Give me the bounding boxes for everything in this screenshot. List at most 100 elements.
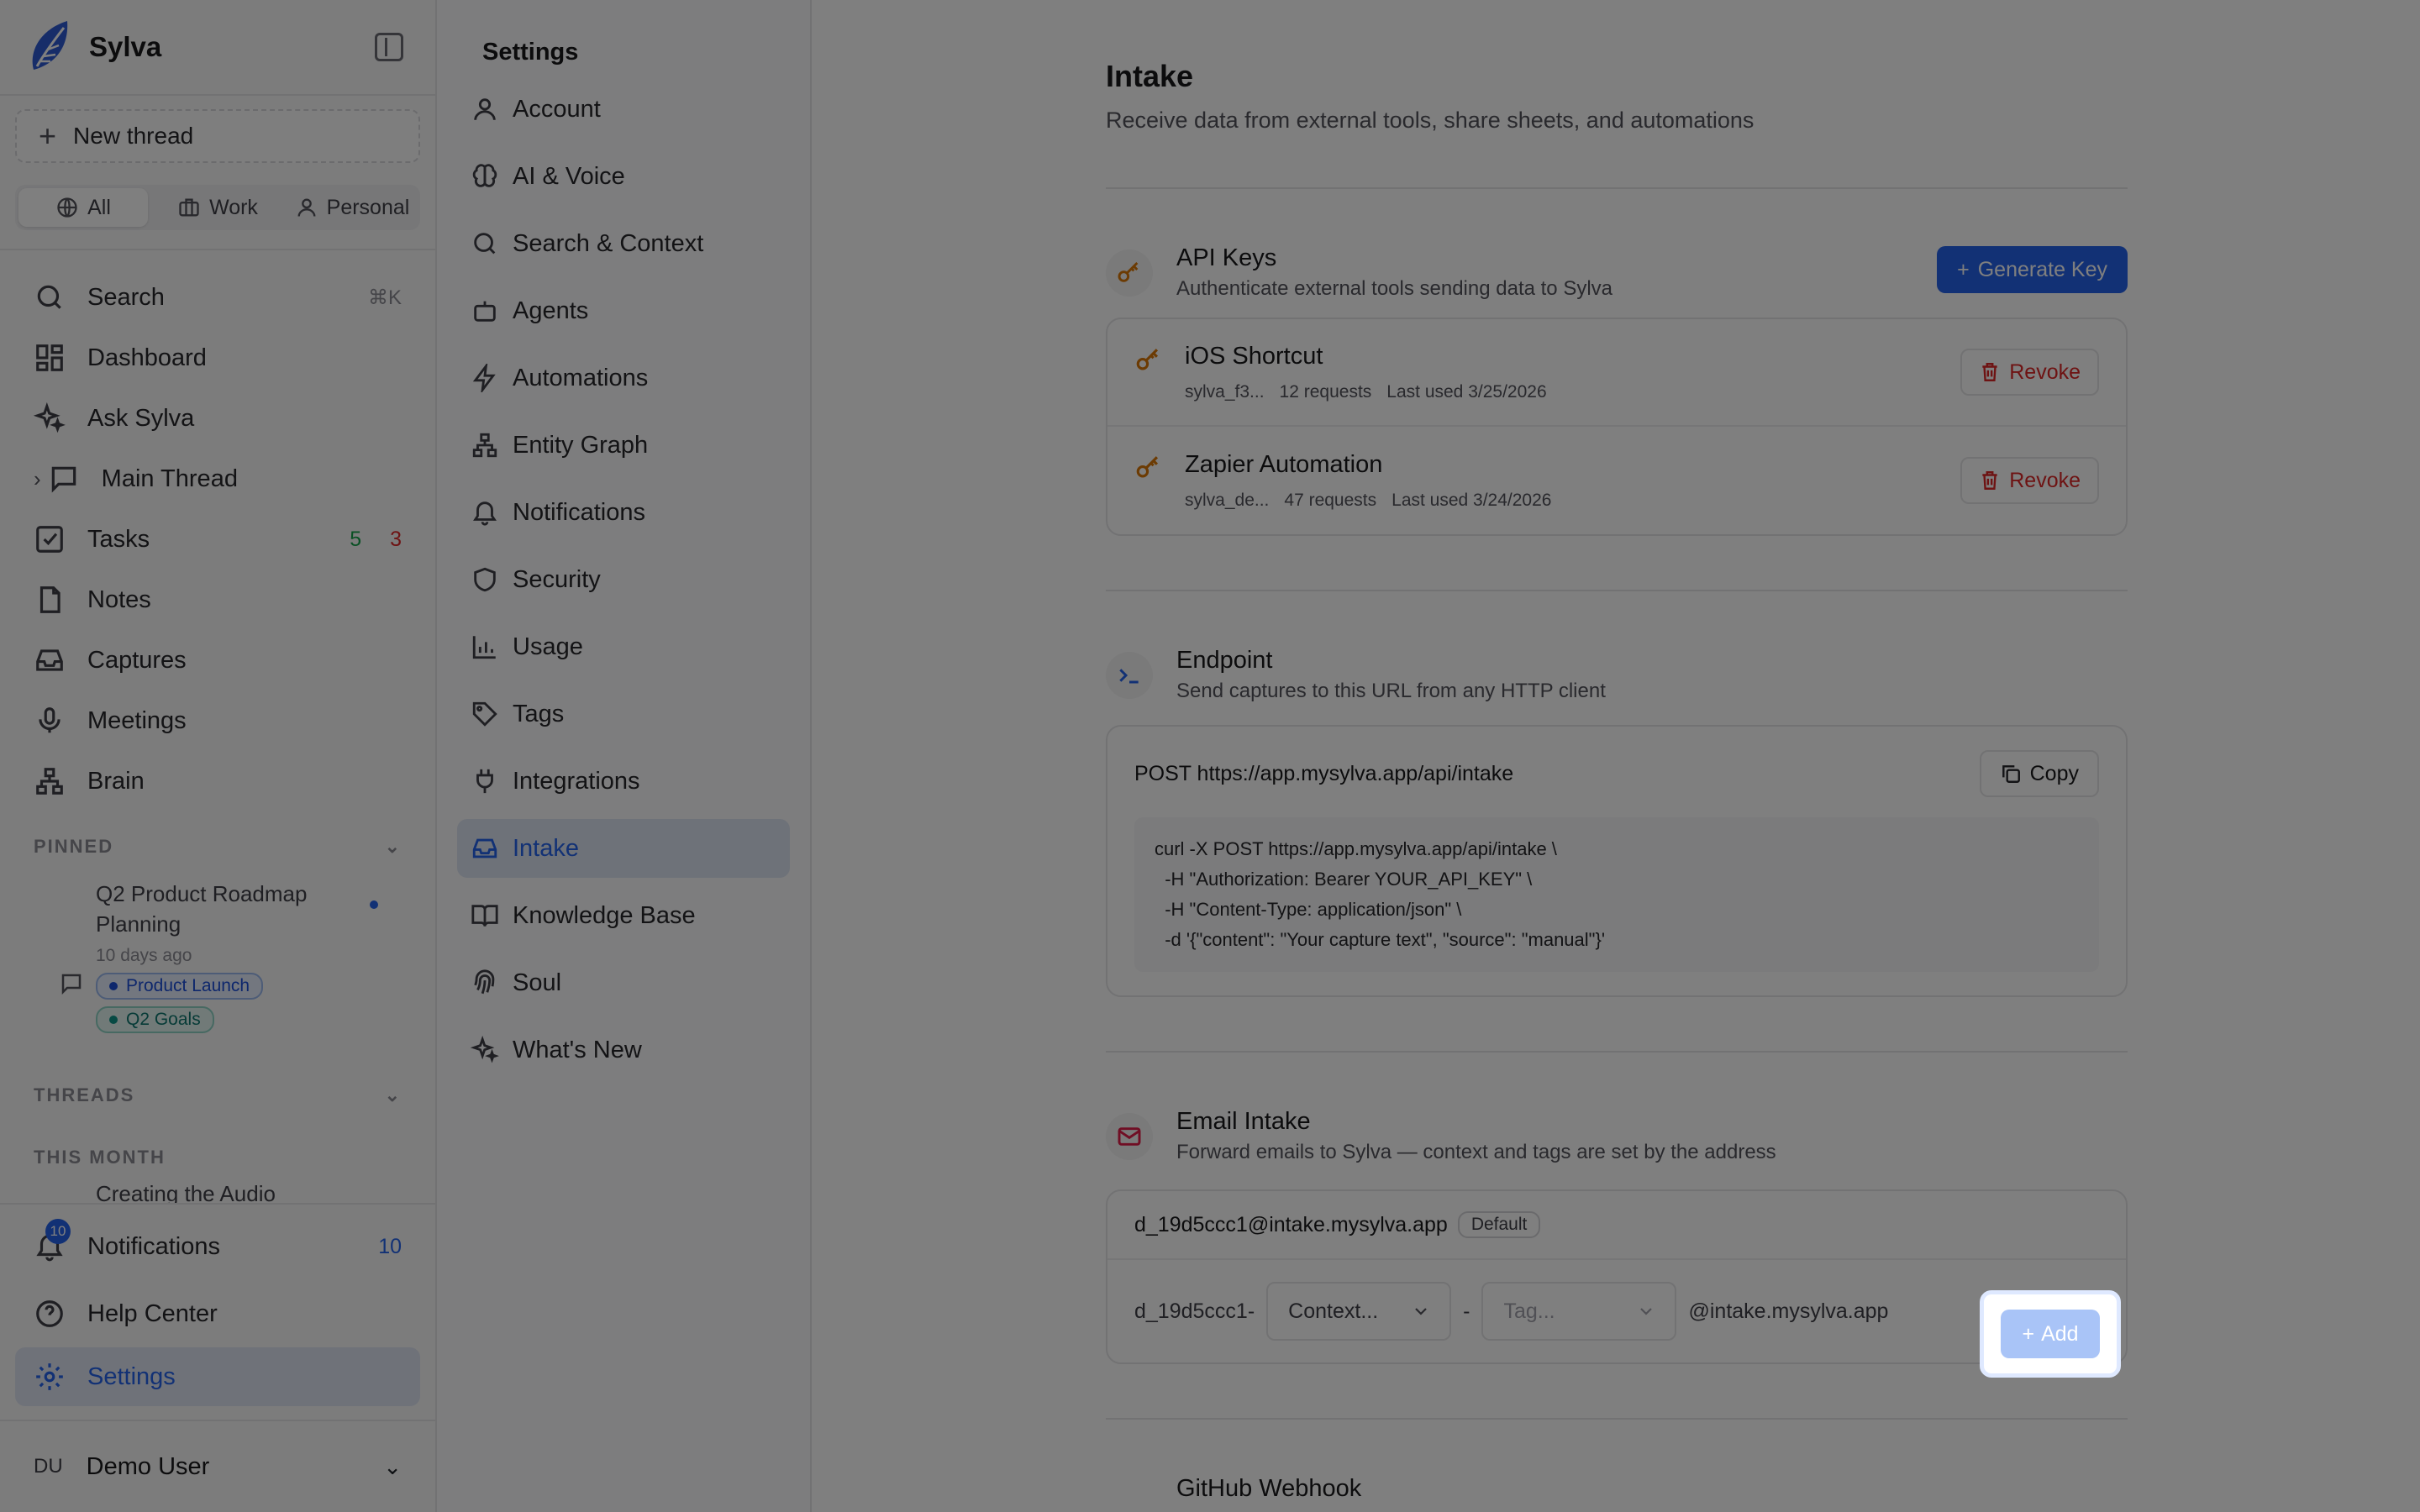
api-key-prefix: sylva_f3... (1185, 381, 1265, 402)
address-separator: - (1463, 1299, 1470, 1323)
endpoint-text: Endpoint Send captures to this URL from … (1176, 647, 2128, 703)
new-thread-button[interactable]: + New thread (15, 109, 420, 163)
settings-item-security[interactable]: Security (457, 550, 790, 609)
settings-item-intake[interactable]: Intake (457, 819, 790, 878)
settings-item-automations[interactable]: Automations (457, 349, 790, 407)
settings-item-agents[interactable]: Agents (457, 281, 790, 340)
sidebar-item-tasks[interactable]: Tasks 5 3 (0, 509, 435, 570)
email-intake-header: Email Intake Forward emails to Sylva — c… (1106, 1108, 2128, 1164)
sidebar-item-main-thread[interactable]: › Main Thread (0, 449, 435, 509)
settings-item-search-context[interactable]: Search & Context (457, 214, 790, 273)
threads-title: THREADS (34, 1084, 135, 1105)
sidebar-item-label: Help Center (87, 1299, 218, 1327)
settings-item-soul[interactable]: Soul (457, 953, 790, 1012)
api-keys-text: API Keys Authenticate external tools sen… (1176, 244, 1937, 301)
settings-item-label: Account (513, 95, 601, 123)
sidebar-item-ask-sylva[interactable]: Ask Sylva (0, 388, 435, 449)
page-title: Intake (1106, 59, 1194, 93)
trash-icon (1982, 471, 1997, 490)
pinned-section-header[interactable]: PINNED ⌄ (0, 823, 435, 870)
sidebar-item-label: Brain (87, 767, 145, 795)
api-key-requests: 47 requests (1284, 490, 1377, 510)
bell-icon (473, 501, 497, 526)
sidebar-item-brain[interactable]: Brain (0, 751, 435, 811)
api-key-meta: sylva_de... 47 requests Last used 3/24/2… (1185, 491, 1960, 511)
settings-item-knowledge-base[interactable]: Knowledge Base (457, 886, 790, 945)
tag-chip[interactable]: Q2 Goals (96, 1006, 214, 1033)
settings-item-label: Search & Context (513, 229, 704, 257)
revoke-button[interactable]: Revoke (1960, 349, 2099, 396)
user-menu[interactable]: DU Demo User ⌄ (0, 1421, 435, 1512)
sidebar-item-label: Captures (87, 646, 187, 674)
notifications-count: 10 (378, 1234, 402, 1258)
section-description: Forward emails to Sylva — context and ta… (1176, 1141, 1776, 1163)
endpoint-section: Endpoint Send captures to this URL from … (1106, 647, 2420, 997)
user-name: Demo User (86, 1452, 210, 1480)
revoke-button[interactable]: Revoke (1960, 457, 2099, 504)
threads-section-header[interactable]: THREADS ⌄ (0, 1072, 435, 1119)
settings-item-whats-new[interactable]: What's New (457, 1021, 790, 1079)
settings-item-entity-graph[interactable]: Entity Graph (457, 416, 790, 475)
main-nav: Search ⌘K Dashboard Ask Sylva › Main Thr… (0, 267, 435, 811)
settings-title: Settings (482, 39, 579, 66)
month-section-header: THIS MONTH (0, 1134, 435, 1181)
sidebar-item-dashboard[interactable]: Dashboard (0, 328, 435, 388)
chevron-right-icon[interactable]: › (34, 466, 41, 492)
endpoint-panel: POST https://app.mysylva.app/api/intake … (1106, 725, 2128, 997)
generate-key-button[interactable]: + Generate Key (1937, 246, 2128, 293)
tasks-count-open: 5 (350, 527, 362, 551)
sidebar-item-captures[interactable]: Captures (0, 630, 435, 690)
api-key-info: iOS Shortcut sylva_f3... 12 requests Las… (1185, 343, 1960, 402)
settings-item-label: Agents (513, 297, 589, 324)
sidebar-item-label: Notes (87, 585, 151, 613)
tag-select[interactable]: Tag... (1481, 1282, 1677, 1341)
select-value: Context... (1288, 1299, 1379, 1323)
filter-personal[interactable]: Personal (287, 188, 417, 227)
api-key-info: Zapier Automation sylva_de... 47 request… (1185, 451, 1960, 511)
api-key-name: iOS Shortcut (1185, 342, 1323, 370)
api-key-row: iOS Shortcut sylva_f3... 12 requests Las… (1107, 319, 2126, 427)
settings-item-account[interactable]: Account (457, 80, 790, 139)
checkbox-icon (36, 526, 63, 553)
sidebar-item-settings[interactable]: Settings (15, 1347, 420, 1406)
sidebar-item-search[interactable]: Search ⌘K (0, 267, 435, 328)
api-key-meta: sylva_f3... 12 requests Last used 3/25/2… (1185, 382, 1960, 402)
divider (0, 249, 435, 250)
address-prefix: d_19d5ccc1- (1134, 1299, 1255, 1323)
add-address-button[interactable]: + Add (2001, 1310, 2100, 1358)
settings-item-tags[interactable]: Tags (457, 685, 790, 743)
section-title: API Keys (1176, 244, 1277, 271)
workspace-filter: All Work Personal (15, 185, 420, 230)
chevron-down-icon (1640, 1308, 1653, 1315)
tag-label: Q2 Goals (126, 1010, 201, 1029)
pinned-thread[interactable]: Q2 Product Roadmap Planning 10 days ago … (0, 870, 435, 1055)
copy-button[interactable]: Copy (1979, 750, 2099, 797)
settings-item-label: AI & Voice (513, 162, 625, 190)
sidebar-item-help-center[interactable]: Help Center (0, 1280, 435, 1347)
filter-label: Work (209, 195, 258, 219)
settings-item-notifications[interactable]: Notifications (457, 483, 790, 542)
sidebar-item-meetings[interactable]: Meetings (0, 690, 435, 751)
settings-item-usage[interactable]: Usage (457, 617, 790, 676)
settings-item-label: Automations (513, 364, 649, 391)
plug-icon (476, 769, 493, 794)
settings-item-integrations[interactable]: Integrations (457, 752, 790, 811)
button-label: Add (2041, 1321, 2079, 1346)
collapse-sidebar-icon[interactable] (375, 33, 403, 61)
sidebar-item-notes[interactable]: Notes (0, 570, 435, 630)
brand-name: Sylva (89, 31, 162, 62)
filter-work[interactable]: Work (153, 188, 282, 227)
context-select[interactable]: Context... (1266, 1282, 1452, 1341)
search-icon (37, 285, 61, 309)
filter-all[interactable]: All (18, 188, 148, 227)
settings-item-ai-voice[interactable]: AI & Voice (457, 147, 790, 206)
divider (1106, 1418, 2128, 1420)
divider (1106, 590, 2128, 591)
tag-chip[interactable]: Product Launch (96, 973, 264, 1000)
settings-item-label: Tags (513, 700, 565, 727)
message-icon (51, 466, 76, 493)
sidebar-item-label: Tasks (87, 525, 150, 553)
email-address[interactable]: d_19d5ccc1@intake.mysylva.app (1134, 1213, 1448, 1237)
sidebar-item-notifications[interactable]: 10 Notifications 10 (0, 1213, 435, 1280)
intake-page: Intake Receive data from external tools,… (812, 0, 2420, 1512)
